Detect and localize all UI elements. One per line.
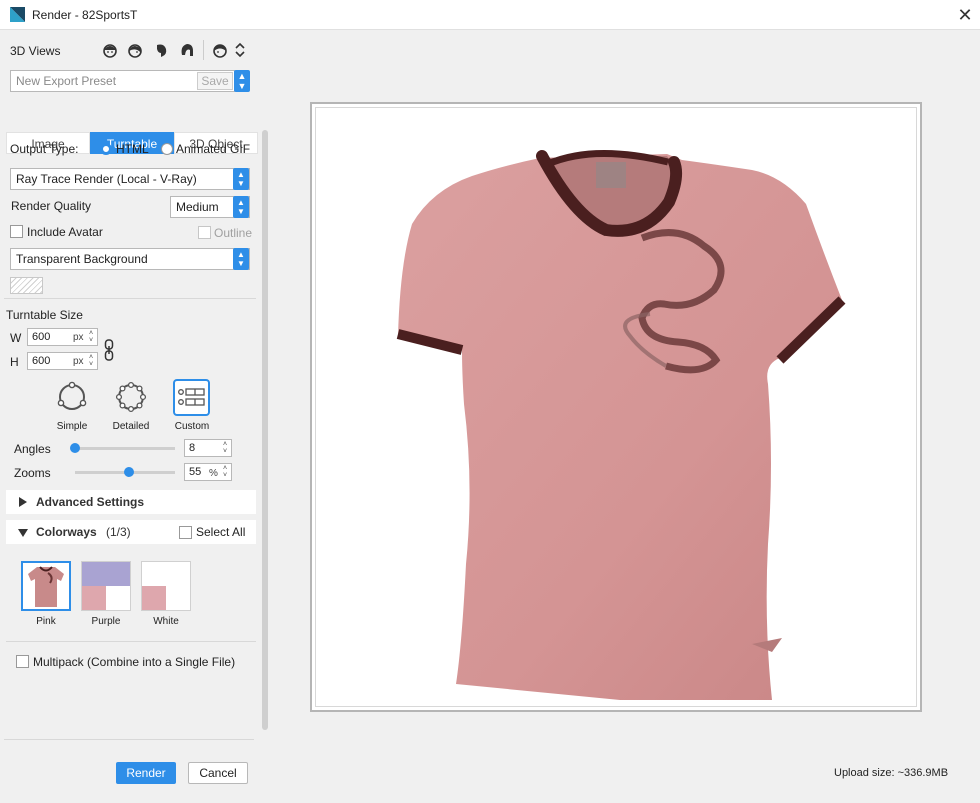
three-quarter-view-icon[interactable] [126, 41, 144, 59]
output-html-radio[interactable] [100, 143, 112, 155]
background-select[interactable]: Transparent Background ▲ ▼ [10, 248, 250, 270]
settings-panel: 3D Views New Export Preset Save ▲ ▼ Image… [0, 30, 262, 803]
expand-arrow-icon [19, 497, 27, 507]
include-avatar-label[interactable]: Include Avatar [27, 225, 103, 239]
render-engine-arrow: ▲ ▼ [233, 168, 249, 190]
colorway-swatch-purple[interactable] [81, 561, 131, 611]
render-engine-value: Ray Trace Render (Local - V-Ray) [16, 172, 197, 186]
render-engine-select[interactable]: Ray Trace Render (Local - V-Ray) ▲ ▼ [10, 168, 250, 190]
3d-views-label: 3D Views [10, 44, 61, 58]
turntable-size-label: Turntable Size [6, 308, 83, 322]
zooms-slider-thumb[interactable] [124, 467, 134, 477]
select-all-label[interactable]: Select All [196, 525, 245, 539]
width-value: 600 [32, 331, 51, 343]
detailed-mode-icon[interactable] [114, 380, 148, 414]
render-quality-value: Medium [176, 200, 219, 214]
width-stepper[interactable]: ˄ ˅ [89, 330, 93, 344]
preview-viewport[interactable] [310, 102, 922, 712]
outline-label: Outline [214, 226, 253, 240]
back-view-icon[interactable] [211, 41, 229, 59]
render-quality-select[interactable]: Medium ▲ ▼ [170, 196, 250, 218]
title-bar: Render - 82SportsT ✕ [0, 0, 980, 30]
background-value: Transparent Background [16, 252, 148, 266]
custom-mode-icon[interactable] [173, 379, 210, 416]
footer-divider [4, 739, 254, 740]
height-value: 600 [32, 355, 51, 367]
tshirt-render [396, 150, 846, 700]
output-gif-radio[interactable] [161, 143, 173, 155]
colorway-label-pink: Pink [36, 616, 56, 627]
height-stepper[interactable]: ˄ ˅ [89, 354, 93, 368]
output-html-label[interactable]: HTML [116, 142, 149, 156]
angles-slider-thumb[interactable] [70, 443, 80, 453]
height-label: H [10, 355, 19, 369]
side-view-icon[interactable] [152, 41, 170, 59]
multipack-label[interactable]: Multipack (Combine into a Single File) [33, 655, 235, 669]
width-unit: px [73, 332, 84, 343]
colorways-divider [6, 641, 256, 642]
colorway-label-purple: Purple [91, 616, 121, 627]
simple-mode-icon[interactable] [55, 380, 89, 414]
zooms-input[interactable]: 55 % ˄ ˅ [184, 463, 232, 481]
angles-label: Angles [14, 442, 51, 456]
close-icon[interactable]: ✕ [954, 4, 976, 26]
width-input[interactable]: 600 px ˄ ˅ [27, 328, 98, 346]
label-tag [596, 162, 626, 188]
preset-dropdown-arrow[interactable]: ▲ ▼ [234, 70, 250, 92]
front-view-icon[interactable] [101, 41, 119, 59]
include-avatar-checkbox[interactable] [10, 225, 23, 238]
save-preset-button[interactable]: Save [197, 72, 233, 90]
colorways-header[interactable]: Colorways (1/3) Select All [6, 520, 256, 544]
zooms-unit: % [209, 468, 218, 479]
colorway-label-white: White [153, 616, 179, 627]
back-three-quarter-view-icon[interactable] [178, 41, 196, 59]
width-label: W [10, 331, 22, 345]
colorways-label: Colorways [36, 525, 97, 539]
background-arrow: ▲ ▼ [233, 248, 249, 270]
zooms-label: Zooms [14, 466, 51, 480]
render-quality-label: Render Quality [11, 199, 92, 213]
cancel-button[interactable]: Cancel [188, 762, 248, 784]
select-all-checkbox[interactable] [179, 526, 192, 539]
upload-size-text: Upload size: ~336.9MB [834, 767, 949, 779]
advanced-settings-label: Advanced Settings [36, 495, 145, 509]
height-unit: px [73, 356, 84, 367]
export-preset-input[interactable]: New Export Preset Save [10, 70, 235, 92]
output-gif-label[interactable]: Animated GIF [176, 142, 250, 156]
angles-input[interactable]: 8 ˄ ˅ [184, 439, 232, 457]
custom-mode-label: Custom [174, 421, 210, 432]
zooms-value: 55 [189, 466, 202, 478]
colorway-swatch-pink[interactable] [21, 561, 71, 611]
detailed-mode-label: Detailed [112, 421, 150, 432]
zooms-stepper[interactable]: ˄ ˅ [223, 465, 227, 479]
link-aspect-icon[interactable] [104, 339, 114, 361]
more-views-chevron-icon[interactable] [234, 41, 246, 59]
multipack-checkbox[interactable] [16, 655, 29, 668]
pink-shirt-thumbnail-icon [23, 563, 69, 609]
colorway-swatch-white[interactable] [141, 561, 191, 611]
simple-mode-label: Simple [56, 421, 88, 432]
angles-stepper[interactable]: ˄ ˅ [223, 441, 227, 455]
views-divider [203, 40, 204, 60]
advanced-settings-header[interactable]: Advanced Settings [6, 490, 256, 514]
render-quality-arrow: ▲ ▼ [233, 196, 249, 218]
output-type-label: Output Type: [10, 142, 79, 156]
colorways-count: (1/3) [106, 525, 131, 539]
window-title: Render - 82SportsT [32, 8, 138, 22]
settings-scrollbar[interactable] [262, 130, 268, 730]
render-button[interactable]: Render [116, 762, 176, 784]
export-preset-placeholder: New Export Preset [16, 74, 117, 88]
app-logo-icon [10, 7, 25, 22]
angles-slider-track[interactable] [75, 447, 175, 450]
section-divider [4, 298, 256, 299]
height-input[interactable]: 600 px ˄ ˅ [27, 352, 98, 370]
outline-checkbox[interactable] [198, 226, 211, 239]
angles-value: 8 [189, 442, 196, 454]
background-color-swatch[interactable] [10, 277, 43, 294]
collapse-arrow-icon [18, 529, 28, 537]
